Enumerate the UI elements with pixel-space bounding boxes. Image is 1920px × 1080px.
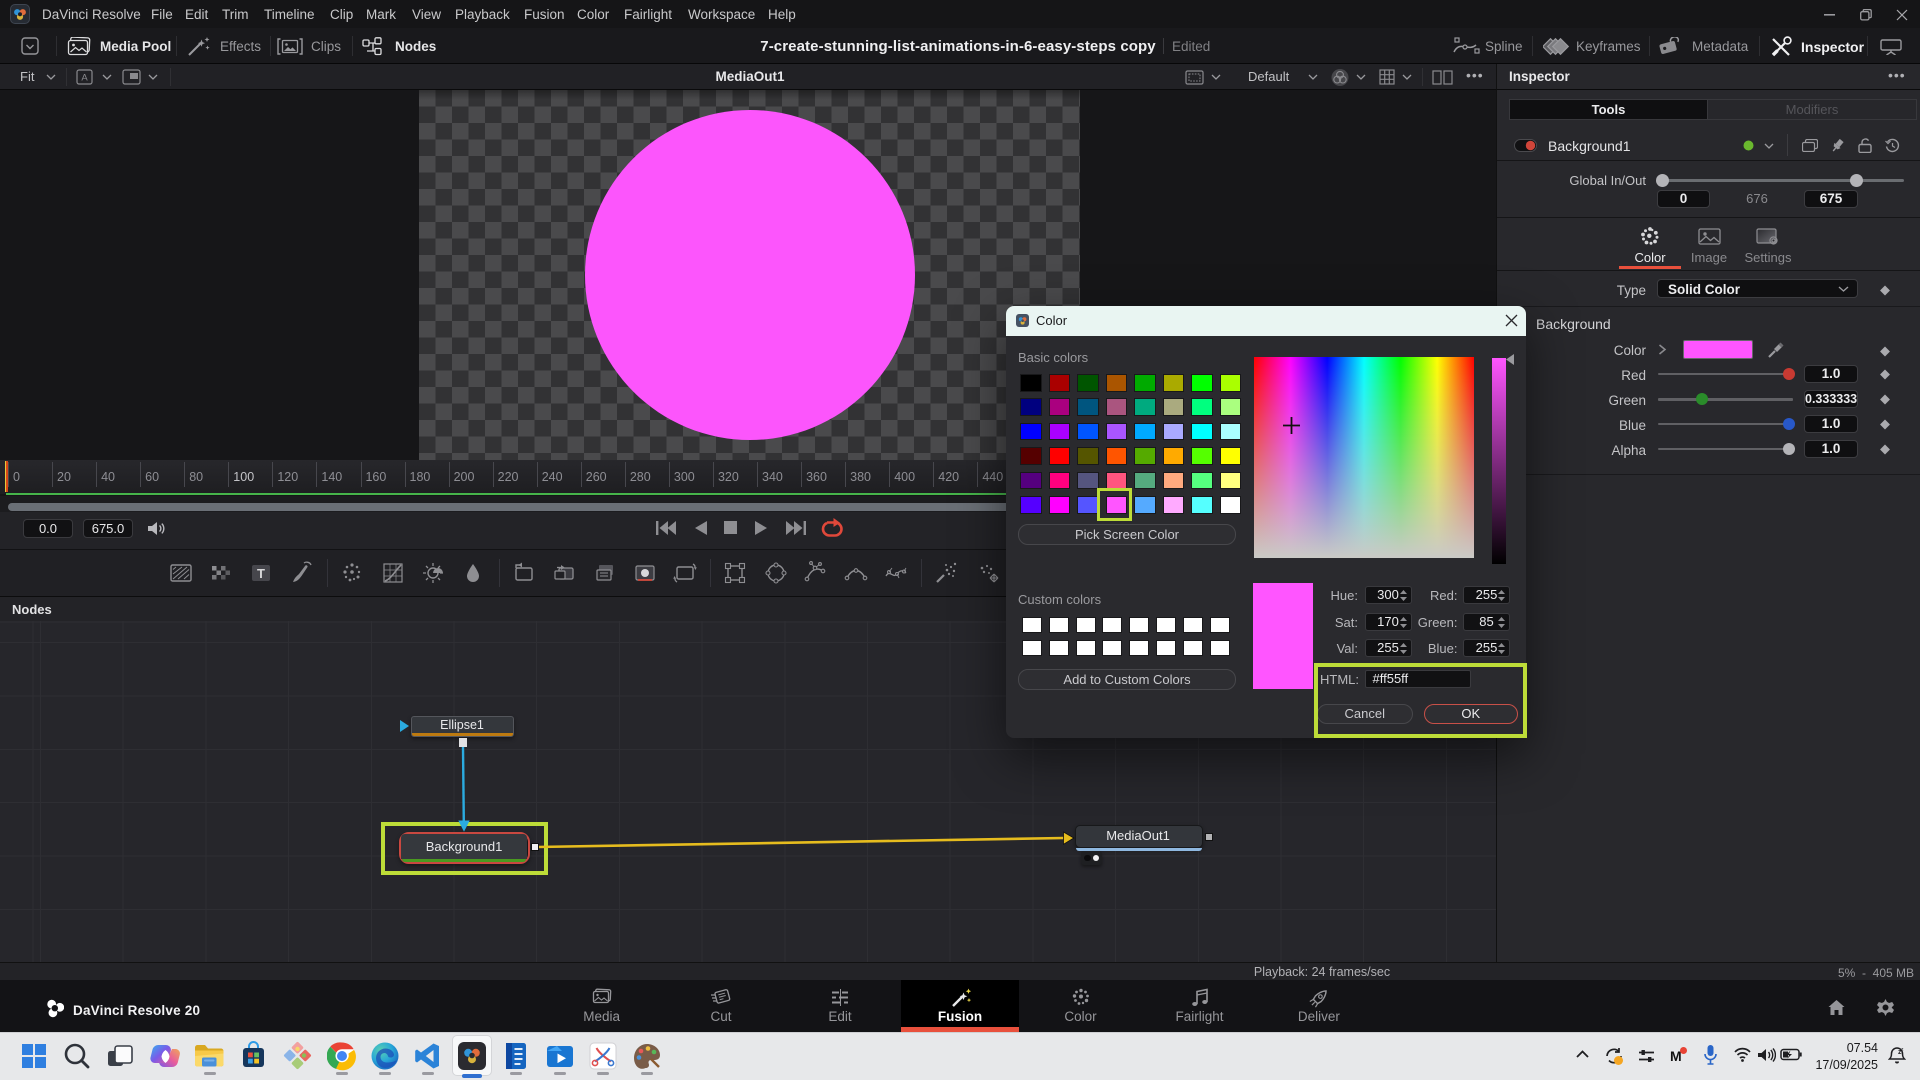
svg-text:M: M <box>1670 1048 1682 1064</box>
svg-text:T: T <box>257 566 265 581</box>
svg-text:z: z <box>1901 1047 1904 1053</box>
svg-text:A: A <box>81 73 88 84</box>
